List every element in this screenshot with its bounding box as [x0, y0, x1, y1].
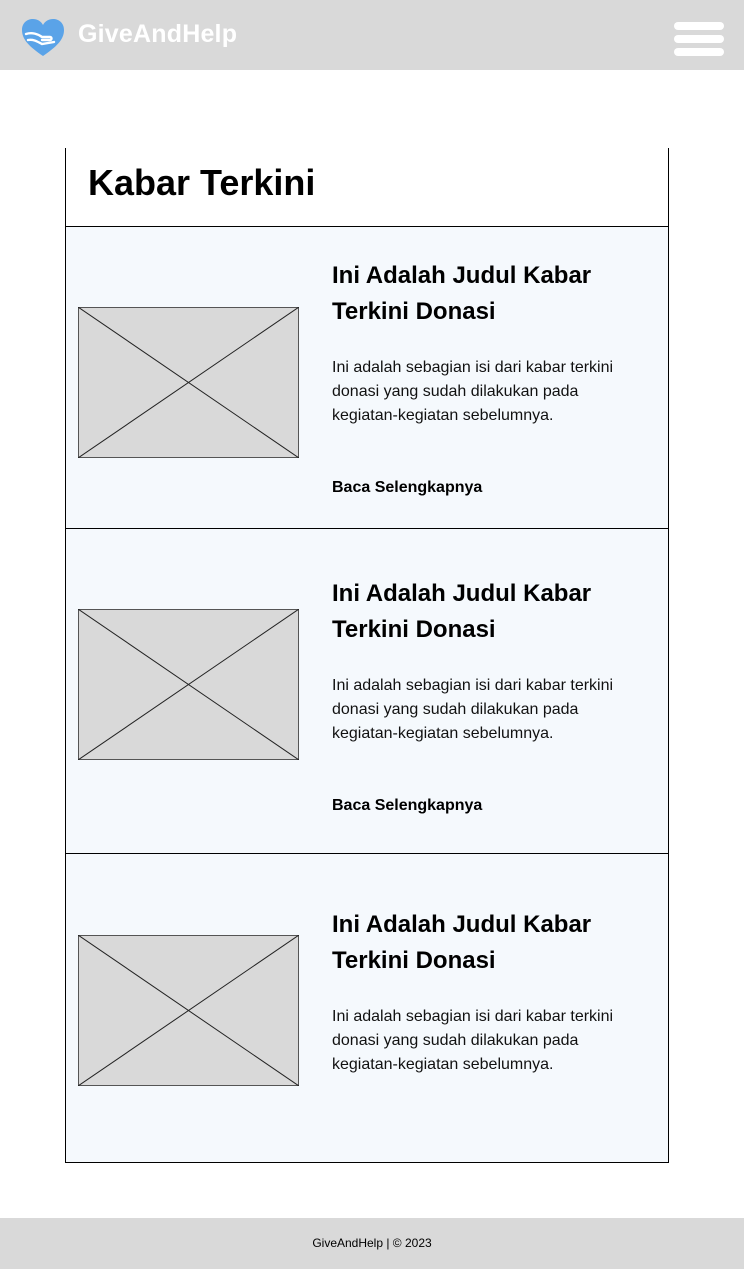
- image-placeholder-icon: [78, 609, 299, 760]
- news-panel: Kabar Terkini Ini Adalah Judul Kabar Ter…: [65, 148, 669, 1163]
- footer: GiveAndHelp | © 2023: [0, 1218, 744, 1269]
- top-bar: GiveAndHelp: [0, 0, 744, 70]
- image-placeholder-icon: [78, 935, 299, 1086]
- news-excerpt: Ini adalah sebagian isi dari kabar terki…: [332, 1008, 614, 1073]
- news-title[interactable]: Ini Adalah Judul Kabar Terkini Donasi: [332, 258, 632, 330]
- news-excerpt: Ini adalah sebagian isi dari kabar terki…: [332, 677, 614, 742]
- news-card: Ini Adalah Judul Kabar Terkini Donasi In…: [66, 226, 668, 528]
- news-excerpt: Ini adalah sebagian isi dari kabar terki…: [332, 359, 614, 424]
- news-card: Ini Adalah Judul Kabar Terkini Donasi In…: [66, 528, 668, 853]
- section-title: Kabar Terkini: [88, 162, 316, 203]
- brand-name[interactable]: GiveAndHelp: [78, 20, 237, 49]
- image-placeholder-icon: [78, 307, 299, 458]
- read-more-link[interactable]: Baca Selengkapnya: [332, 479, 482, 497]
- heart-hand-icon[interactable]: [20, 18, 66, 58]
- news-title[interactable]: Ini Adalah Judul Kabar Terkini Donasi: [332, 576, 632, 648]
- hamburger-menu-icon[interactable]: [674, 20, 726, 58]
- news-card: Ini Adalah Judul Kabar Terkini Donasi In…: [66, 853, 668, 1162]
- news-title[interactable]: Ini Adalah Judul Kabar Terkini Donasi: [332, 907, 632, 979]
- footer-copyright: GiveAndHelp | © 2023: [312, 1236, 432, 1250]
- read-more-link[interactable]: Baca Selengkapnya: [332, 797, 482, 815]
